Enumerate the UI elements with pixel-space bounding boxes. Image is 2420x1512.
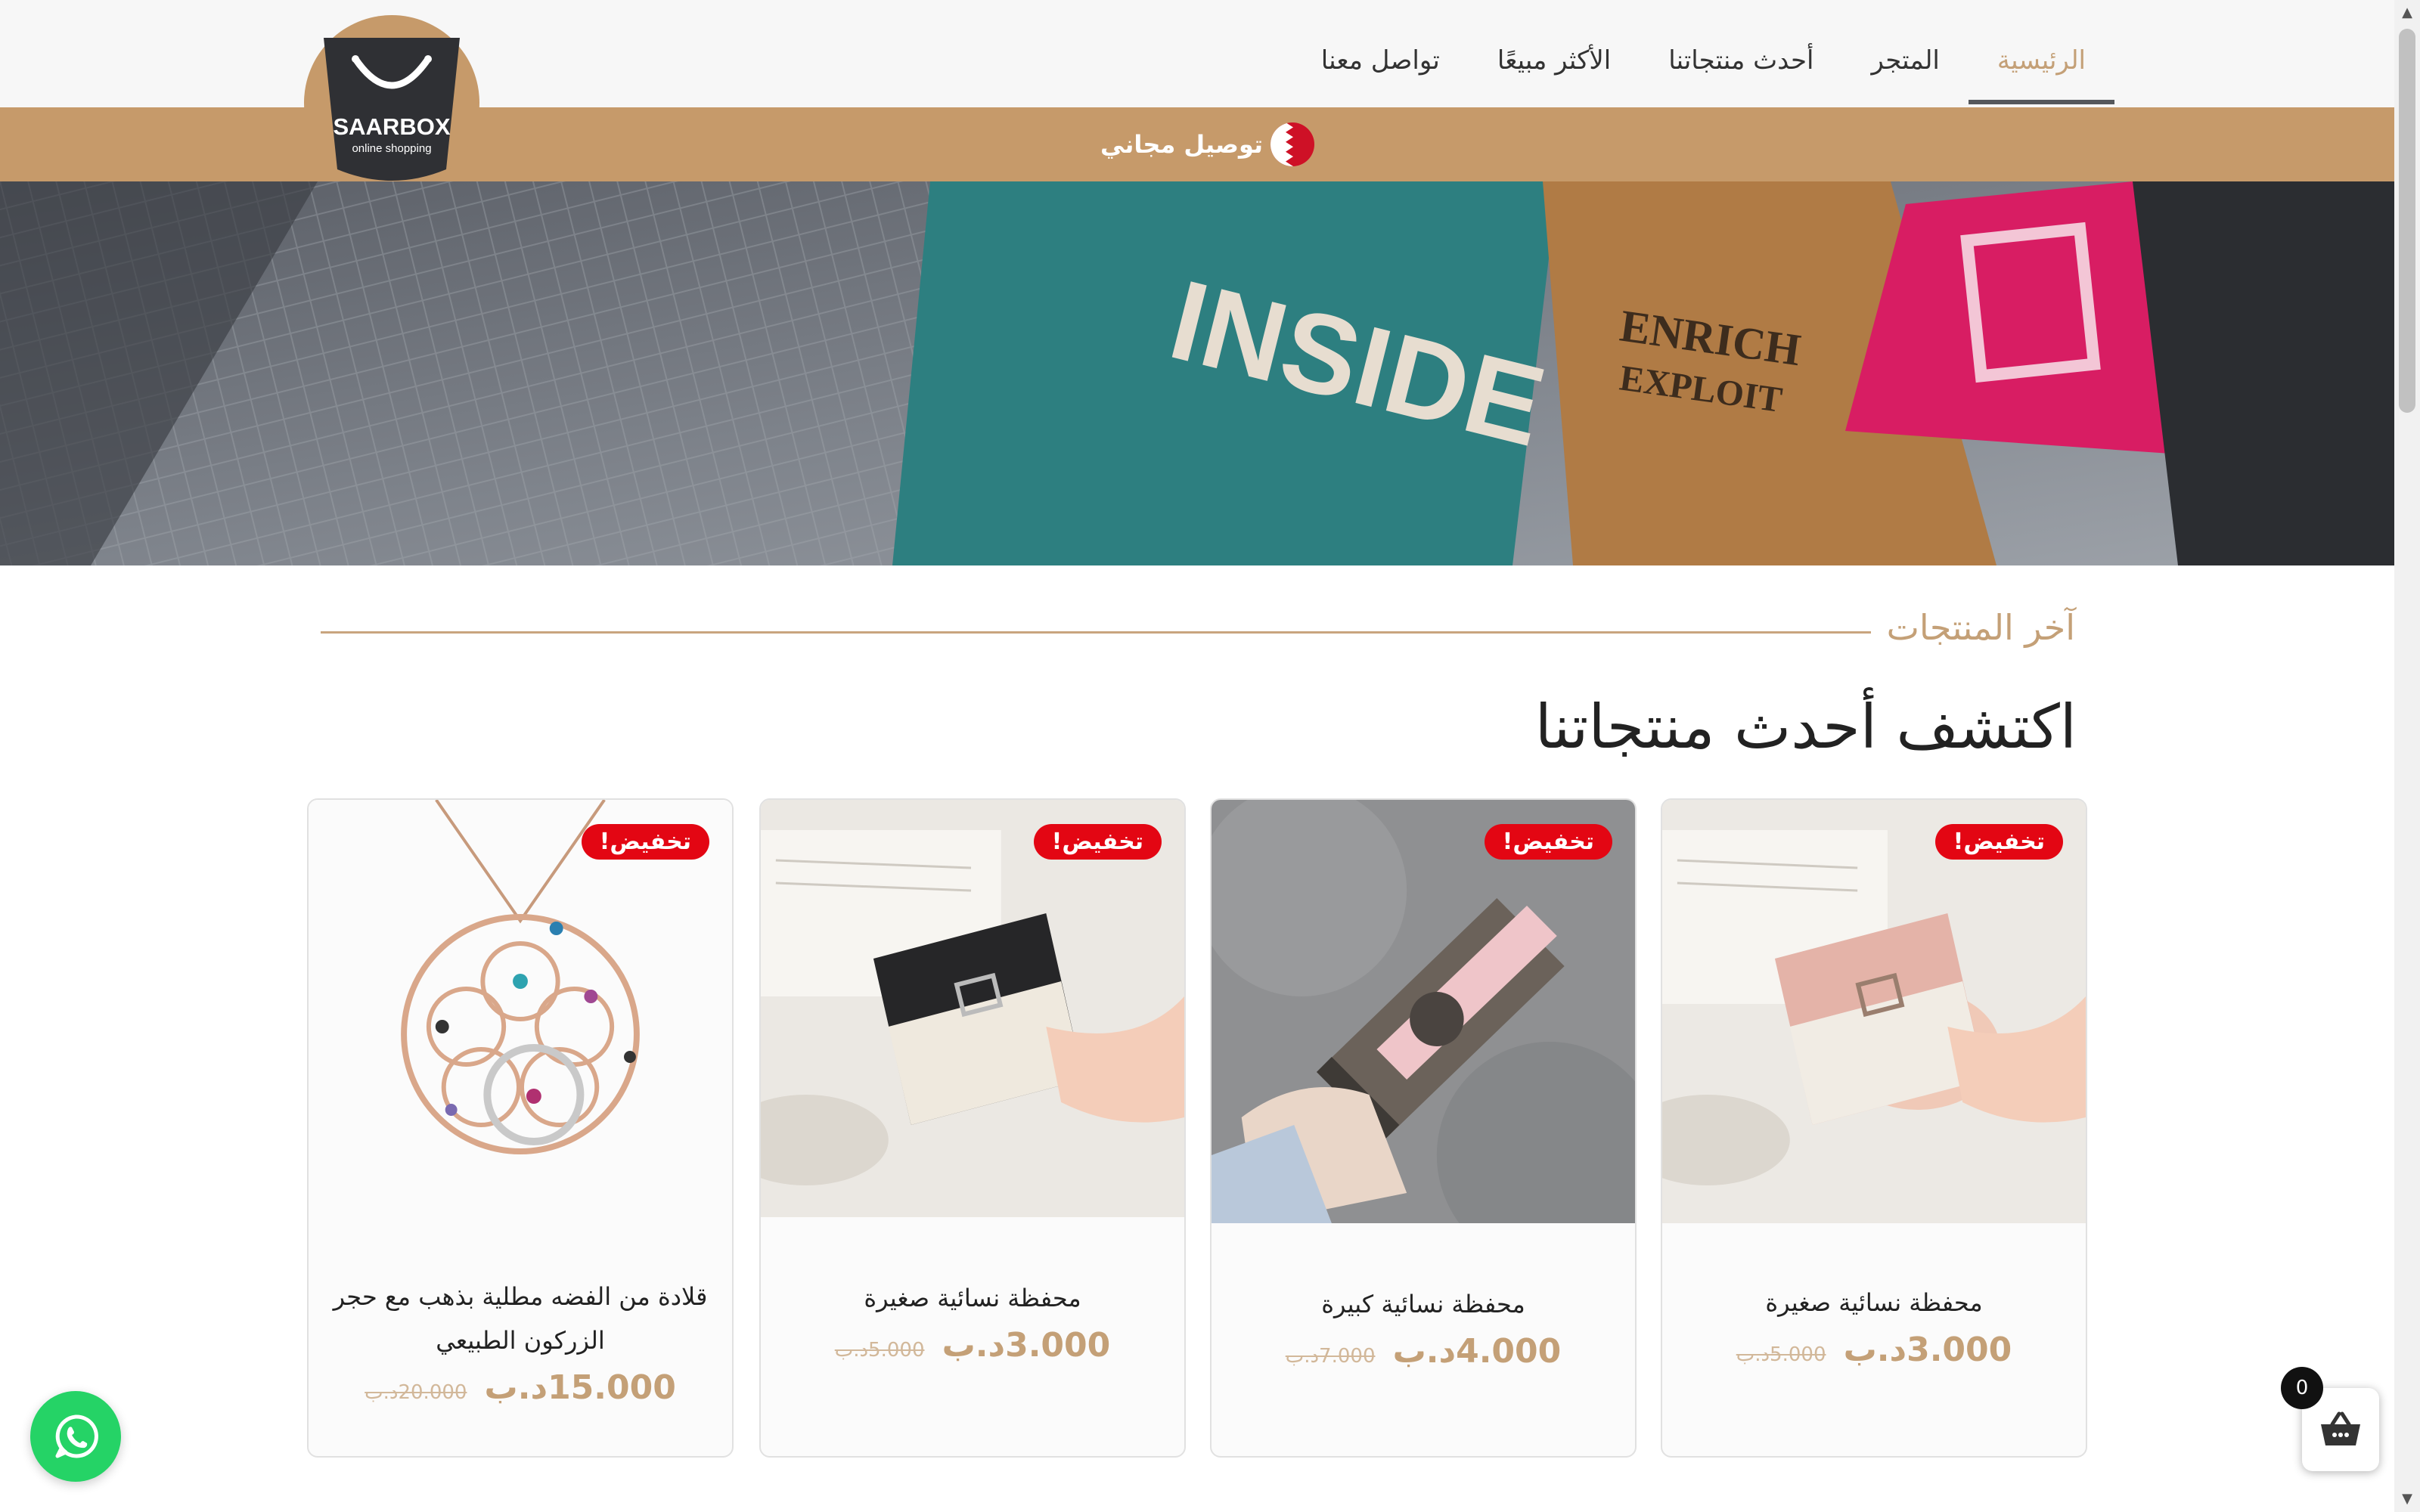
product-name[interactable]: محفظة نسائية صغيرة [776,1276,1169,1320]
sale-badge: تخفيض! [1033,824,1162,860]
free-delivery-banner: توصيل مجاني [1100,121,1315,168]
price-current: 3.000د.ب [942,1326,1111,1365]
product-card[interactable]: تخفيض! محفظة نسائية صغيرة 3.000د.ب 5.000… [1661,798,2087,1458]
nav-home[interactable]: الرئيسية [1968,0,2115,104]
whatsapp-icon [55,1414,98,1458]
product-name[interactable]: محفظة نسائية كبيرة [1227,1282,1620,1326]
price-current: 15.000د.ب [484,1368,676,1407]
product-price: 3.000د.ب 5.000د.ب [761,1326,1184,1365]
product-image-pink-wallet[interactable] [1662,800,2086,1223]
product-name[interactable]: قلادة من الفضه مطلية بذهب مع حجر الزركون… [324,1275,717,1362]
sale-badge: تخفيض! [1934,824,2063,860]
hero-shopping-bags-image: INSIDE ENRICH EXPLOIT [0,181,2394,565]
section-title: اكتشف أحدث منتجاتنا [1534,692,2077,762]
product-name[interactable]: محفظة نسائية صغيرة [1677,1281,2071,1325]
product-image-monogram-wallet[interactable] [1212,800,1635,1223]
price-original: 7.000د.ب [1285,1345,1376,1368]
nav-best-sellers[interactable]: الأكثر مبيعًا [1469,0,1640,104]
main-nav: الرئيسية المتجر أحدث منتجاتنا الأكثر مبي… [1292,0,2115,107]
hero-banner: INSIDE ENRICH EXPLOIT [0,181,2394,565]
price-current: 4.000د.ب [1392,1332,1562,1371]
price-current: 3.000د.ب [1843,1331,2012,1369]
section-divider [321,631,1871,634]
bahrain-flag-icon [1270,122,1315,166]
logo-name: SAARBOX [333,113,450,140]
scroll-down-arrow-icon[interactable]: ▼ [2394,1488,2420,1510]
cart-count-badge: 0 [2281,1367,2323,1409]
price-original: 5.000د.ب [834,1339,925,1362]
product-image-black-wallet[interactable] [761,800,1184,1217]
section-subtitle: آخر المنتجات [1886,607,2075,648]
saarbox-logo[interactable]: SAARBOX online shopping [302,14,481,192]
product-image-flower-necklace[interactable] [309,800,732,1238]
product-card[interactable]: تخفيض! محفظة نسائية كبيرة 4.000د.ب 7.000… [1210,798,1637,1458]
product-price: 3.000د.ب 5.000د.ب [1662,1331,2086,1369]
product-card[interactable]: تخفيض! قلادة من الفضه مطلية بذهب مع حجر … [307,798,734,1458]
scrollbar-thumb[interactable] [2399,29,2415,413]
page-scrollbar[interactable]: ▲ ▼ [2394,0,2420,1512]
price-original: 5.000د.ب [1736,1343,1826,1366]
product-price: 15.000د.ب 20.000د.ب [309,1368,732,1407]
nav-contact[interactable]: تواصل معنا [1292,0,1469,104]
price-original: 20.000د.ب [365,1381,467,1404]
nav-shop[interactable]: المتجر [1842,0,1968,104]
product-price: 4.000د.ب 7.000د.ب [1212,1332,1635,1371]
scroll-up-arrow-icon[interactable]: ▲ [2394,2,2420,24]
logo-tagline: online shopping [352,142,431,155]
product-card[interactable]: تخفيض! محفظة نسائية صغيرة 3.000د.ب 5.000… [759,798,1186,1458]
sale-badge: تخفيض! [1484,824,1612,860]
basket-icon [2321,1411,2360,1445]
sale-badge: تخفيض! [581,824,709,860]
whatsapp-button[interactable] [30,1391,121,1482]
nav-latest-products[interactable]: أحدث منتجاتنا [1640,0,1842,104]
free-delivery-text: توصيل مجاني [1100,130,1264,159]
